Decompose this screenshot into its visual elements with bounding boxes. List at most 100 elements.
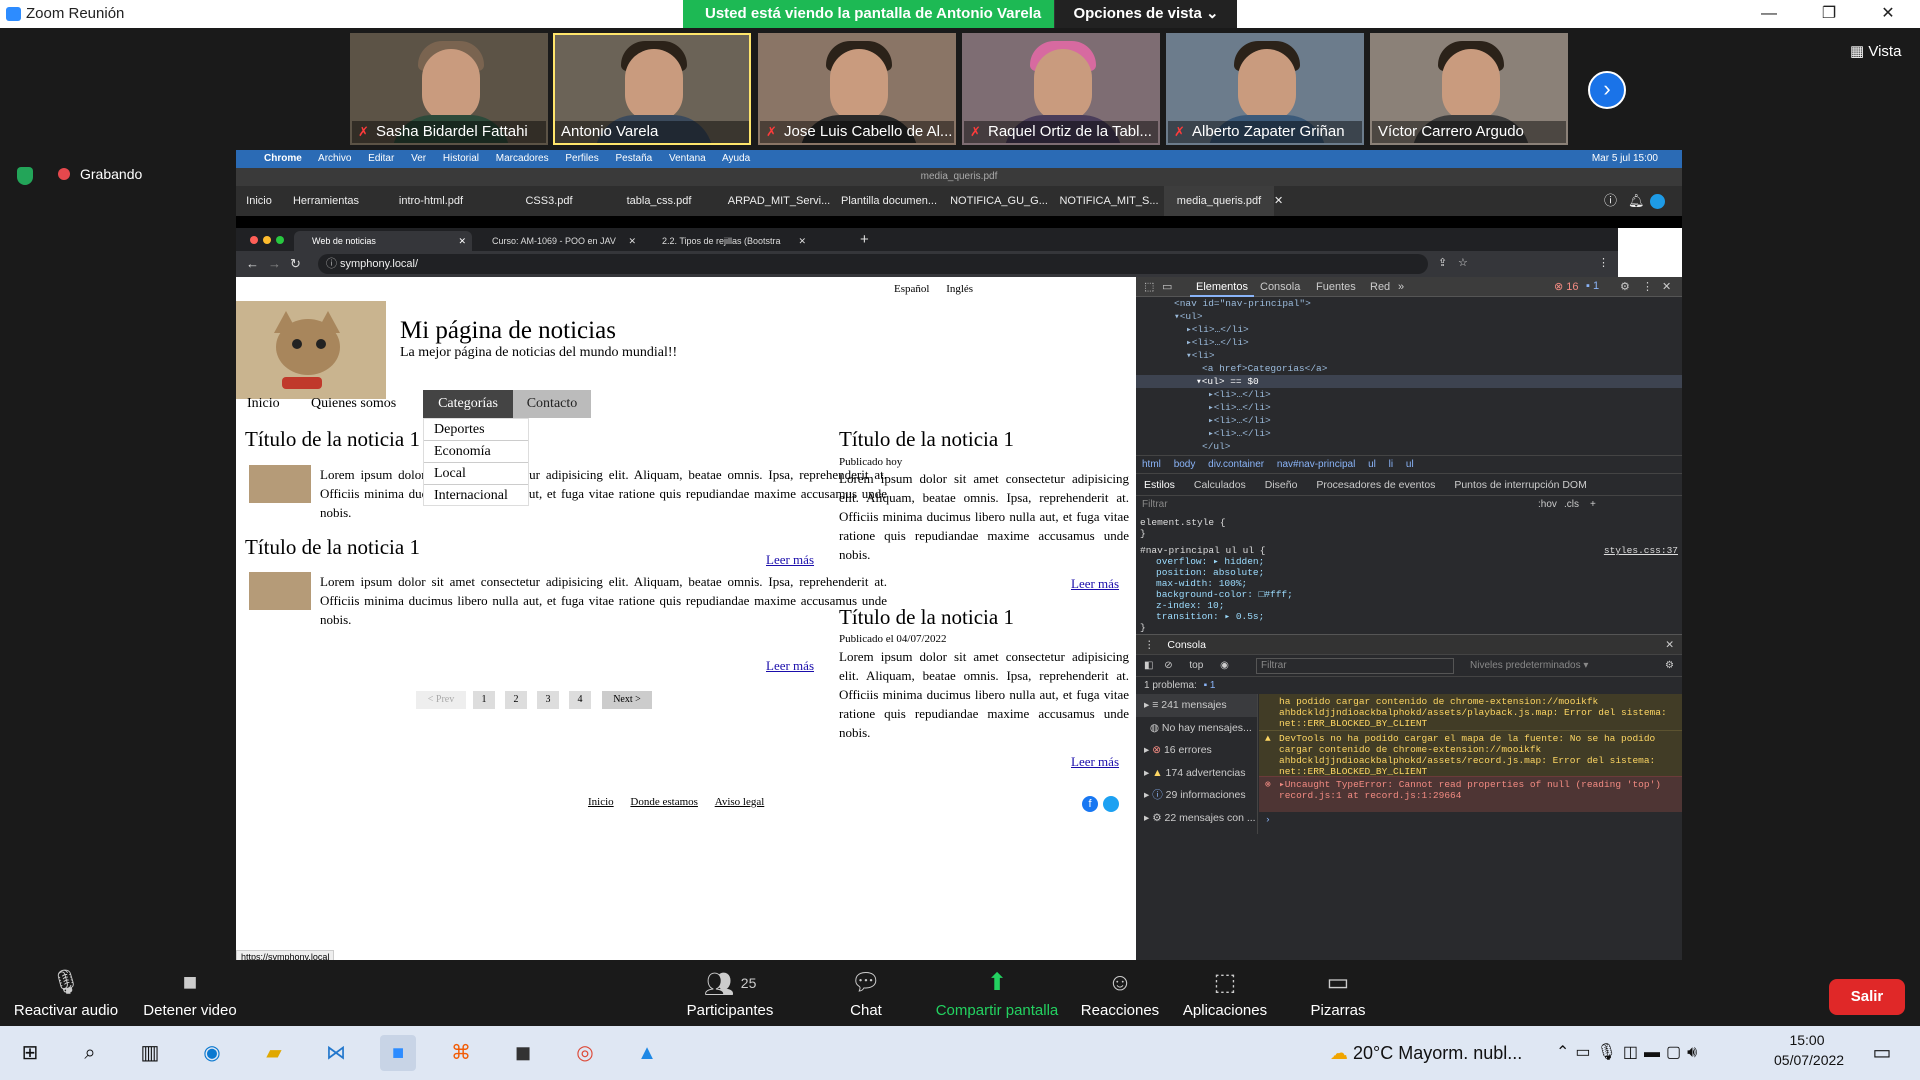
console-error-line[interactable]: ⊗ ▸Uncaught TypeError: Cannot read proper… xyxy=(1259,776,1682,812)
menu-marcadores[interactable]: Marcadores xyxy=(496,153,549,164)
dom-node[interactable]: ▸<li>…</li> xyxy=(1136,427,1682,440)
dom-node[interactable]: ▾<li> xyxy=(1136,349,1682,362)
edge-icon[interactable]: ◉ xyxy=(194,1035,230,1071)
apps-button[interactable]: ⬚ Aplicaciones xyxy=(1170,968,1280,1019)
dom-node[interactable]: ▸<li>…</li> xyxy=(1136,336,1682,349)
error-count-badge[interactable]: ⊗ 16 xyxy=(1554,280,1579,293)
tab-fuentes[interactable]: Fuentes xyxy=(1316,277,1356,297)
pdf-tab[interactable]: Plantilla documen... xyxy=(834,186,944,216)
back-icon[interactable]: ← xyxy=(246,256,259,271)
participant-tile[interactable]: ✗ Jose Luis Cabello de Al... xyxy=(758,33,956,145)
css-property[interactable]: position: absolute; xyxy=(1140,567,1680,578)
device-toolbar-icon[interactable]: ▭ xyxy=(1162,280,1172,293)
notifications-icon[interactable]: ▭ xyxy=(1864,1035,1900,1071)
leave-button[interactable]: Salir xyxy=(1829,979,1905,1015)
task-view-icon[interactable]: ▥ xyxy=(132,1035,168,1071)
mac-zoom-dot[interactable] xyxy=(276,236,284,244)
close-tab-icon[interactable]: ✕ xyxy=(458,231,466,251)
console-drawer-tab[interactable]: Consola xyxy=(1167,639,1206,651)
menu-archivo[interactable]: Archivo xyxy=(318,153,351,164)
participants-button[interactable]: 👥︎ 25 Participantes xyxy=(680,968,780,1019)
issues-count-badge[interactable]: ▪ 1 xyxy=(1586,280,1599,292)
drawer-close-icon[interactable]: ✕ xyxy=(1665,635,1674,655)
unmute-audio-button[interactable]: 🎙︎ Reactivar audio xyxy=(8,968,124,1019)
page-3-button[interactable]: 3 xyxy=(537,691,559,709)
reload-icon[interactable]: ↻ xyxy=(290,256,301,272)
breadcrumb-item[interactable]: div.container xyxy=(1208,459,1264,470)
tab-consola[interactable]: Consola xyxy=(1260,277,1300,297)
tab-estilos[interactable]: Estilos xyxy=(1144,479,1175,491)
minimize-button[interactable]: — xyxy=(1749,2,1789,26)
tab-red[interactable]: Red xyxy=(1370,277,1390,297)
shield-icon[interactable] xyxy=(17,167,33,185)
chat-button[interactable]: 💬︎ Chat xyxy=(836,968,896,1019)
pdf-tab[interactable]: ARPAD_MIT_Servi... xyxy=(724,186,834,216)
dom-node[interactable]: <a href>Categorías</a> xyxy=(1136,362,1682,375)
dom-node[interactable]: </ul> xyxy=(1136,440,1682,453)
restore-button[interactable]: ❐ xyxy=(1809,2,1849,26)
dom-node[interactable]: ▸<li>…</li> xyxy=(1136,323,1682,336)
chrome-tab[interactable]: Curso: AM-1069 - POO en JAV ✕ xyxy=(474,231,642,251)
read-more-link[interactable]: Leer más xyxy=(766,658,814,674)
windows-start-icon[interactable]: ⊞ xyxy=(12,1035,48,1071)
menu-perfiles[interactable]: Perfiles xyxy=(565,153,598,164)
recording-indicator[interactable]: Grabando xyxy=(58,166,142,182)
photos-icon[interactable]: ▲ xyxy=(629,1035,665,1071)
element-style-rule[interactable]: element.style { xyxy=(1140,517,1680,528)
help-icon[interactable]: ⓘ xyxy=(1604,186,1617,216)
more-tabs-icon[interactable]: » xyxy=(1398,277,1404,297)
read-more-link[interactable]: Leer más xyxy=(1071,754,1119,770)
css-source-link[interactable]: styles.css:37 xyxy=(1604,545,1678,556)
read-more-link[interactable]: Leer más xyxy=(1071,576,1119,592)
footer-inicio-link[interactable]: Inicio xyxy=(588,796,614,808)
participant-tile[interactable]: Víctor Carrero Argudo xyxy=(1370,33,1568,145)
menu-historial[interactable]: Historial xyxy=(443,153,479,164)
pdf-tab[interactable]: CSS3.pdf xyxy=(494,186,604,216)
vscode-icon[interactable]: ⋈ xyxy=(318,1035,354,1071)
page-4-button[interactable]: 4 xyxy=(569,691,591,709)
devtools-close-icon[interactable]: ✕ xyxy=(1662,280,1671,293)
whiteboards-button[interactable]: ▭ Pizarras xyxy=(1290,968,1386,1019)
close-tab-icon[interactable]: ✕ xyxy=(798,231,806,251)
stop-video-button[interactable]: ■ Detener video xyxy=(135,968,245,1019)
tab-diseno[interactable]: Diseño xyxy=(1265,479,1298,491)
prev-page-button[interactable]: < Prev xyxy=(416,691,466,709)
next-page-button[interactable]: Next > xyxy=(602,691,652,709)
pdf-tab[interactable]: NOTIFICA_MIT_S... xyxy=(1054,186,1164,216)
bell-icon[interactable]: 🔔︎ xyxy=(1628,186,1645,216)
dom-node[interactable]: ▸<li>…</li> xyxy=(1136,388,1682,401)
news-title[interactable]: Título de la noticia 1 xyxy=(839,605,1014,630)
console-warning-line[interactable]: ▲ DevTools no ha podido cargar el mapa de… xyxy=(1259,730,1682,776)
chrome-tab[interactable]: 2.2. Tipos de rejillas (Bootstra ✕ xyxy=(644,231,812,251)
devtools-menu-icon[interactable]: ⋮ xyxy=(1642,280,1653,293)
pdf-tab[interactable]: NOTIFICA_GU_G... xyxy=(944,186,1054,216)
css-selector[interactable]: #nav-principal ul ul { xyxy=(1140,545,1265,556)
sidebar-item-info[interactable]: ▸ ⓘ 29 informaciones xyxy=(1136,784,1257,807)
inspect-icon[interactable]: ⬚ xyxy=(1144,280,1154,293)
breadcrumb-item[interactable]: li xyxy=(1389,459,1393,470)
console-settings-icon[interactable]: ⚙ xyxy=(1665,655,1674,677)
pdf-tab[interactable]: tabla_css.pdf xyxy=(604,186,714,216)
lang-en-link[interactable]: Inglés xyxy=(946,283,973,295)
sidebar-item-errors[interactable]: ▸ ⊗ 16 errores xyxy=(1136,739,1257,762)
dom-node[interactable]: ▾<ul> xyxy=(1136,310,1682,323)
breadcrumb-item[interactable]: html xyxy=(1142,459,1161,470)
taskbar-clock[interactable]: 15:00 05/07/2022 xyxy=(1774,1032,1844,1068)
pdf-tab[interactable]: intro-html.pdf xyxy=(376,186,486,216)
menu-ayuda[interactable]: Ayuda xyxy=(722,153,750,164)
tab-procesadores-eventos[interactable]: Procesadores de eventos xyxy=(1316,479,1435,491)
participant-tile-active[interactable]: Antonio Varela xyxy=(553,33,751,145)
dropdown-item-deportes[interactable]: Deportes xyxy=(424,419,528,441)
footer-aviso-legal-link[interactable]: Aviso legal xyxy=(715,796,765,808)
close-tab-icon[interactable]: ✕ xyxy=(628,231,636,251)
participant-tile[interactable]: ✗ Alberto Zapater Griñan xyxy=(1166,33,1364,145)
dom-node[interactable]: ▸<li>…</li> xyxy=(1136,414,1682,427)
dom-node[interactable]: ▸<li>…</li> xyxy=(1136,401,1682,414)
chrome-menu-icon[interactable]: ⋮ xyxy=(1598,256,1609,269)
css-property[interactable]: background-color: □#fff; xyxy=(1140,589,1680,600)
sidebar-item-warnings[interactable]: ▸ ▲ 174 advertencias xyxy=(1136,762,1257,785)
sidebar-item-user[interactable]: ◍ No hay mensajes... xyxy=(1136,717,1257,740)
dom-node-selected[interactable]: ▾<ul> == $0 xyxy=(1136,375,1682,388)
dropdown-item-internacional[interactable]: Internacional xyxy=(424,485,528,507)
log-levels-select[interactable]: Niveles predeterminados ▾ xyxy=(1470,655,1588,677)
